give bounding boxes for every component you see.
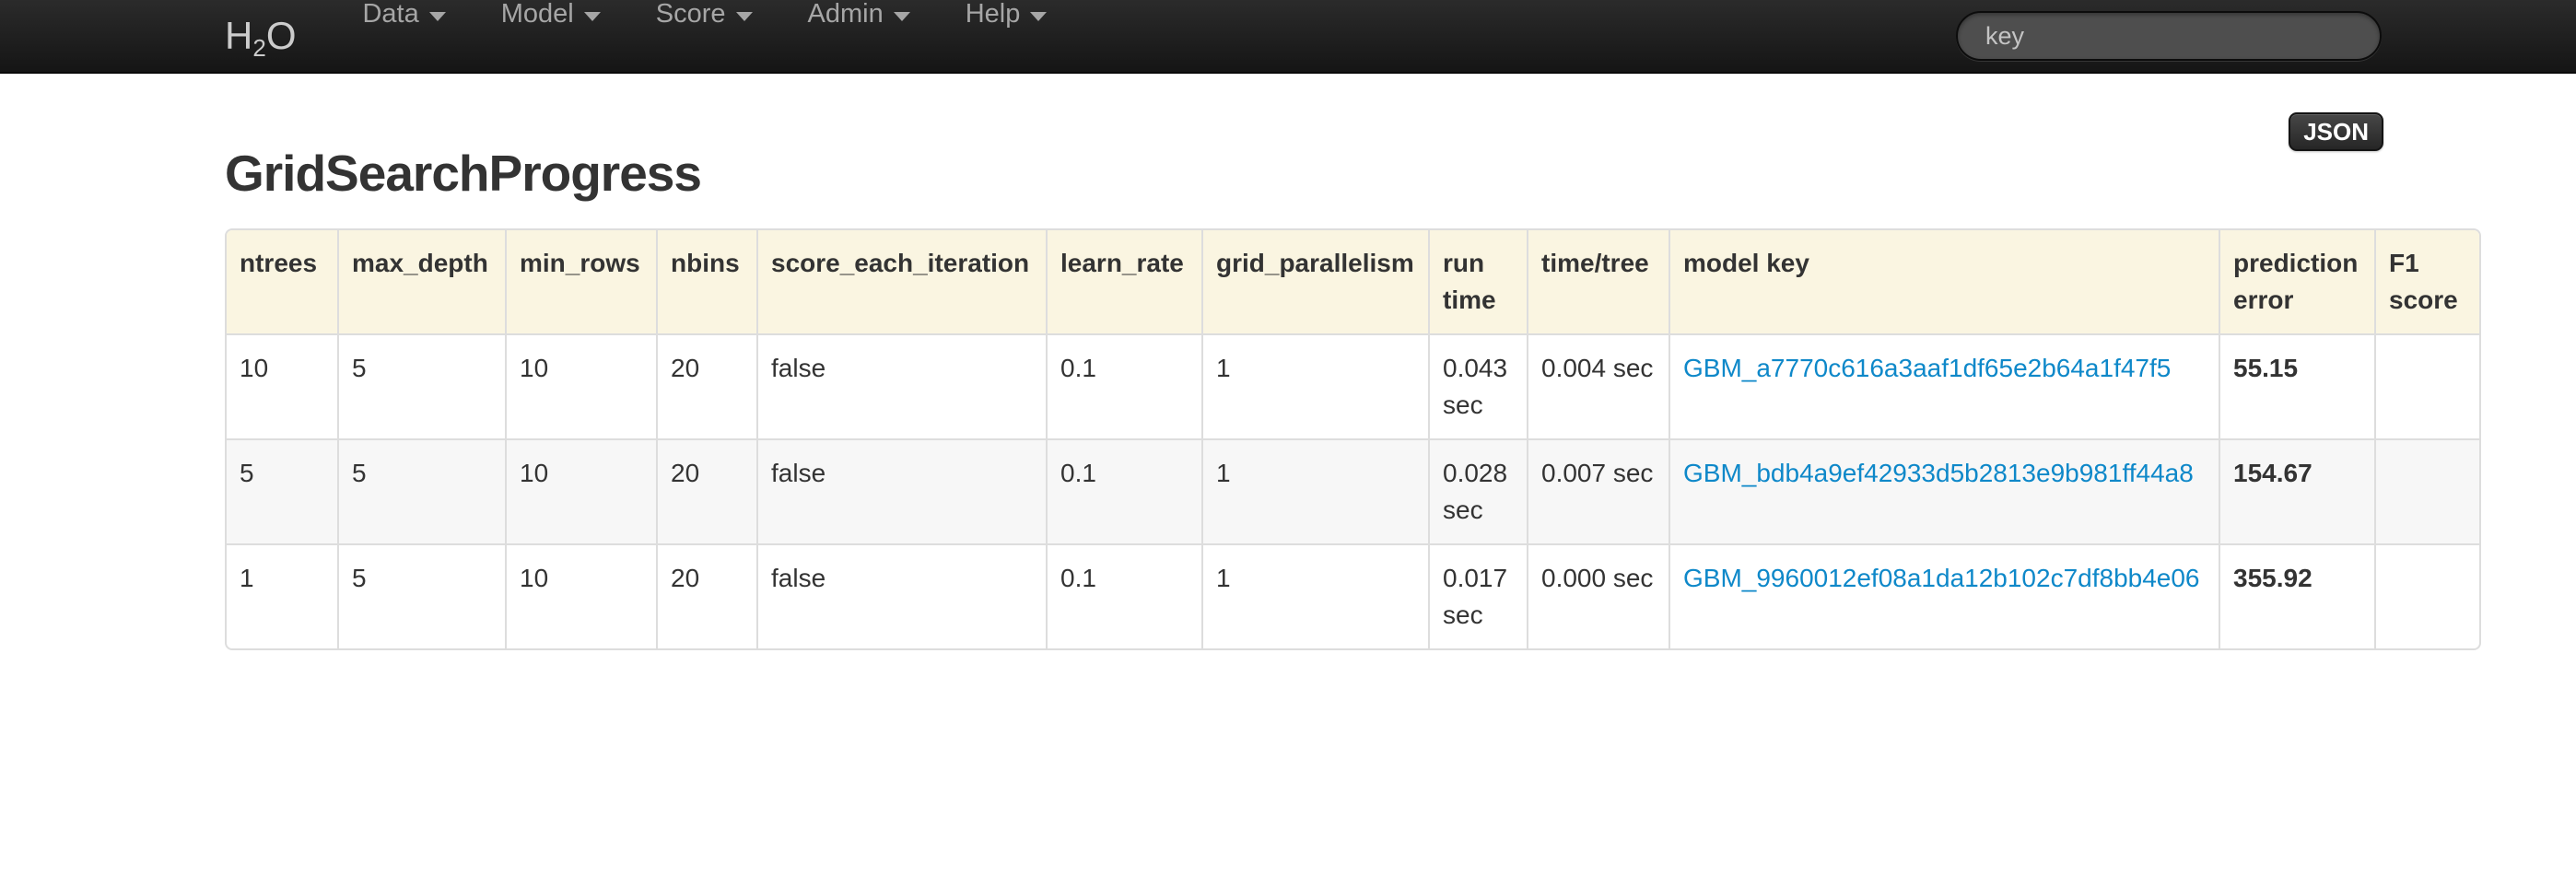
column-header-time-per-tree: time/tree — [1528, 230, 1669, 334]
table-header-row: ntrees max_depth min_rows nbins score_ea… — [227, 230, 2479, 334]
menu-help[interactable]: Help — [938, 0, 1075, 29]
column-header-model-key: model key — [1669, 230, 2219, 334]
menu-model[interactable]: Model — [474, 0, 628, 29]
cell-learn-rate: 0.1 — [1047, 544, 1202, 648]
brand-letter-o: O — [266, 14, 297, 58]
cell-time-per-tree: 0.007 sec — [1528, 439, 1669, 544]
table-row: 10 5 10 20 false 0.1 1 0.043 sec 0.004 s… — [227, 334, 2479, 439]
brand-subscript-2: 2 — [252, 34, 265, 63]
cell-f1-score — [2375, 439, 2479, 544]
menu-data-label: Data — [362, 0, 418, 29]
cell-f1-score — [2375, 544, 2479, 648]
table-row: 1 5 10 20 false 0.1 1 0.017 sec 0.000 se… — [227, 544, 2479, 648]
top-navbar: H2O Data Model Score Admin Help — [0, 0, 2576, 74]
main-menu: Data Model Score Admin Help — [334, 0, 1074, 73]
model-key-link[interactable]: GBM_9960012ef08a1da12b102c7df8bb4e06 — [1683, 564, 2200, 592]
menu-admin[interactable]: Admin — [780, 0, 938, 29]
model-key-link[interactable]: GBM_bdb4a9ef42933d5b2813e9b981ff44a8 — [1683, 459, 2194, 487]
column-header-prediction-error: prediction error — [2219, 230, 2375, 334]
cell-grid-parallelism: 1 — [1202, 439, 1429, 544]
cell-min-rows: 10 — [506, 544, 657, 648]
column-header-score-each-iteration: score_each_iteration — [757, 230, 1047, 334]
chevron-down-icon — [1030, 12, 1047, 21]
grid-search-results-table: ntrees max_depth min_rows nbins score_ea… — [227, 230, 2479, 648]
cell-score-each-iteration: false — [757, 439, 1047, 544]
h2o-logo[interactable]: H2O — [225, 14, 296, 58]
column-header-run-time: run time — [1429, 230, 1528, 334]
cell-grid-parallelism: 1 — [1202, 334, 1429, 439]
cell-run-time: 0.043 sec — [1429, 334, 1528, 439]
column-header-min-rows: min_rows — [506, 230, 657, 334]
chevron-down-icon — [894, 12, 910, 21]
cell-ntrees: 1 — [227, 544, 338, 648]
chevron-down-icon — [584, 12, 601, 21]
grid-search-results-table-wrap: ntrees max_depth min_rows nbins score_ea… — [225, 228, 2481, 650]
page-title: GridSearchProgress — [225, 144, 2576, 203]
cell-max-depth: 5 — [338, 544, 506, 648]
cell-prediction-error: 154.67 — [2219, 439, 2375, 544]
column-header-learn-rate: learn_rate — [1047, 230, 1202, 334]
cell-nbins: 20 — [657, 334, 757, 439]
navbar-search-form — [1956, 11, 2382, 61]
menu-help-label: Help — [966, 0, 1021, 29]
menu-score-label: Score — [656, 0, 726, 29]
table-row: 5 5 10 20 false 0.1 1 0.028 sec 0.007 se… — [227, 439, 2479, 544]
menu-model-label: Model — [501, 0, 574, 29]
cell-prediction-error: 355.92 — [2219, 544, 2375, 648]
key-search-input[interactable] — [1956, 11, 2382, 61]
cell-score-each-iteration: false — [757, 334, 1047, 439]
main-content: GridSearchProgress ntrees max_depth min_… — [0, 144, 2576, 650]
model-key-link[interactable]: GBM_a7770c616a3aaf1df65e2b64a1f47f5 — [1683, 354, 2171, 382]
cell-nbins: 20 — [657, 439, 757, 544]
cell-run-time: 0.017 sec — [1429, 544, 1528, 648]
cell-score-each-iteration: false — [757, 544, 1047, 648]
column-header-nbins: nbins — [657, 230, 757, 334]
column-header-ntrees: ntrees — [227, 230, 338, 334]
cell-min-rows: 10 — [506, 439, 657, 544]
cell-max-depth: 5 — [338, 439, 506, 544]
brand-letter-h: H — [225, 14, 252, 58]
cell-learn-rate: 0.1 — [1047, 334, 1202, 439]
cell-f1-score — [2375, 334, 2479, 439]
cell-ntrees: 5 — [227, 439, 338, 544]
cell-model-key: GBM_9960012ef08a1da12b102c7df8bb4e06 — [1669, 544, 2219, 648]
cell-model-key: GBM_a7770c616a3aaf1df65e2b64a1f47f5 — [1669, 334, 2219, 439]
column-header-f1-score: F1 score — [2375, 230, 2479, 334]
chevron-down-icon — [429, 12, 446, 21]
cell-min-rows: 10 — [506, 334, 657, 439]
cell-model-key: GBM_bdb4a9ef42933d5b2813e9b981ff44a8 — [1669, 439, 2219, 544]
cell-nbins: 20 — [657, 544, 757, 648]
chevron-down-icon — [736, 12, 753, 21]
column-header-max-depth: max_depth — [338, 230, 506, 334]
cell-run-time: 0.028 sec — [1429, 439, 1528, 544]
cell-grid-parallelism: 1 — [1202, 544, 1429, 648]
cell-learn-rate: 0.1 — [1047, 439, 1202, 544]
cell-max-depth: 5 — [338, 334, 506, 439]
column-header-grid-parallelism: grid_parallelism — [1202, 230, 1429, 334]
menu-score[interactable]: Score — [628, 0, 780, 29]
cell-ntrees: 10 — [227, 334, 338, 439]
menu-data[interactable]: Data — [334, 0, 473, 29]
cell-time-per-tree: 0.000 sec — [1528, 544, 1669, 648]
menu-admin-label: Admin — [808, 0, 884, 29]
cell-prediction-error: 55.15 — [2219, 334, 2375, 439]
cell-time-per-tree: 0.004 sec — [1528, 334, 1669, 439]
json-button[interactable]: JSON — [2289, 112, 2383, 151]
